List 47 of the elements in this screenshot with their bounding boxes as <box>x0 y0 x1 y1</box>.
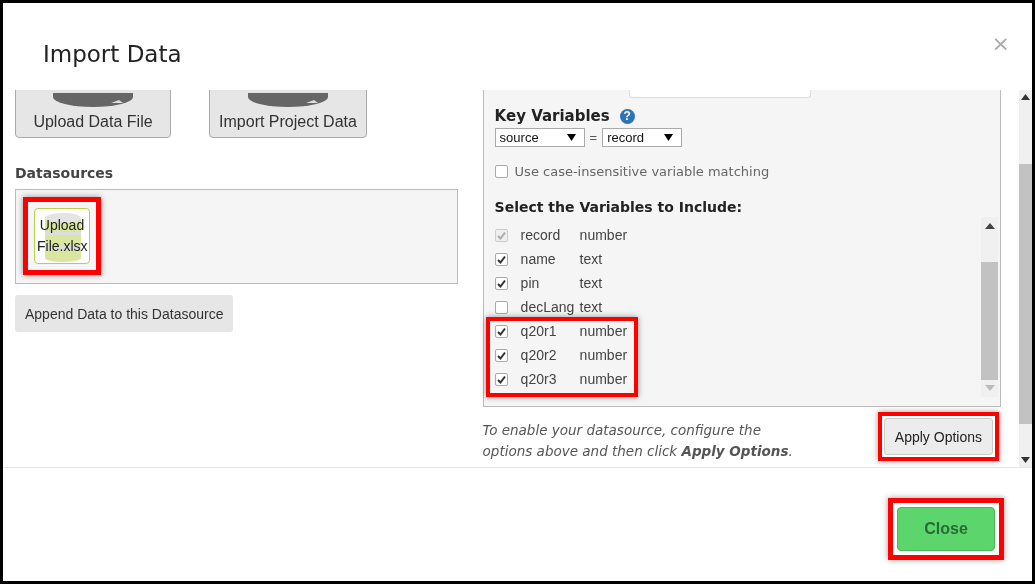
import-button[interactable]: Upload Data File <box>15 90 171 138</box>
caret-icon <box>664 134 674 141</box>
close-button[interactable]: Close <box>897 506 995 551</box>
section-heading: Datasources <box>15 165 115 181</box>
checkbox[interactable] <box>494 372 508 386</box>
import-button[interactable]: Import Project Data <box>209 90 367 138</box>
key-dropdown[interactable]: source <box>494 128 585 147</box>
section-heading: Key Variables <box>494 107 610 125</box>
key-dropdown[interactable]: record <box>602 128 683 147</box>
scroll-down-icon[interactable] <box>1021 457 1030 463</box>
checkbox-label: Use case-insensitive variable matching <box>514 164 770 179</box>
scrollbar[interactable] <box>981 217 998 397</box>
variable-type: text <box>579 299 603 315</box>
datasource-tile[interactable]: Upload File.xlsx <box>34 208 90 264</box>
variable-type: number <box>579 227 628 243</box>
input-field[interactable] <box>628 90 811 98</box>
caret-icon <box>566 134 576 141</box>
append-button[interactable]: Append Data to this Datasource <box>15 295 234 332</box>
scroll-up-icon[interactable] <box>984 223 995 229</box>
database-icon <box>248 93 328 107</box>
variable-type: number <box>579 371 628 387</box>
scrollbar[interactable] <box>1019 90 1032 467</box>
variable-name: name <box>520 251 557 267</box>
variable-type: text <box>579 251 603 267</box>
scroll-up-icon[interactable] <box>1021 94 1030 100</box>
apply-options-button[interactable]: Apply Options <box>883 418 993 455</box>
checkbox[interactable] <box>494 165 508 178</box>
variable-name: q20r1 <box>520 323 558 339</box>
variable-type: text <box>579 275 603 291</box>
variable-name: record <box>520 227 562 243</box>
variable-name: pin <box>520 275 541 291</box>
variable-name: decLang <box>520 299 576 315</box>
variable-name: q20r3 <box>520 371 558 387</box>
dialog-title: Import Data <box>43 41 182 67</box>
hint-text: To enable your datasource, configure the options above and then click Apply Options. <box>482 421 794 461</box>
checkbox[interactable] <box>494 276 508 290</box>
section-heading: Select the Variables to Include: <box>494 199 744 215</box>
database-icon <box>53 93 133 107</box>
variable-name: q20r2 <box>520 347 558 363</box>
checkbox[interactable] <box>494 348 508 362</box>
variable-type: number <box>579 347 628 363</box>
checkbox[interactable] <box>494 324 508 338</box>
checkbox[interactable] <box>494 252 508 266</box>
equals-sign: = <box>589 130 598 145</box>
help-icon[interactable]: ? <box>619 108 635 124</box>
checkbox[interactable] <box>494 300 508 314</box>
variable-type: number <box>579 323 628 339</box>
